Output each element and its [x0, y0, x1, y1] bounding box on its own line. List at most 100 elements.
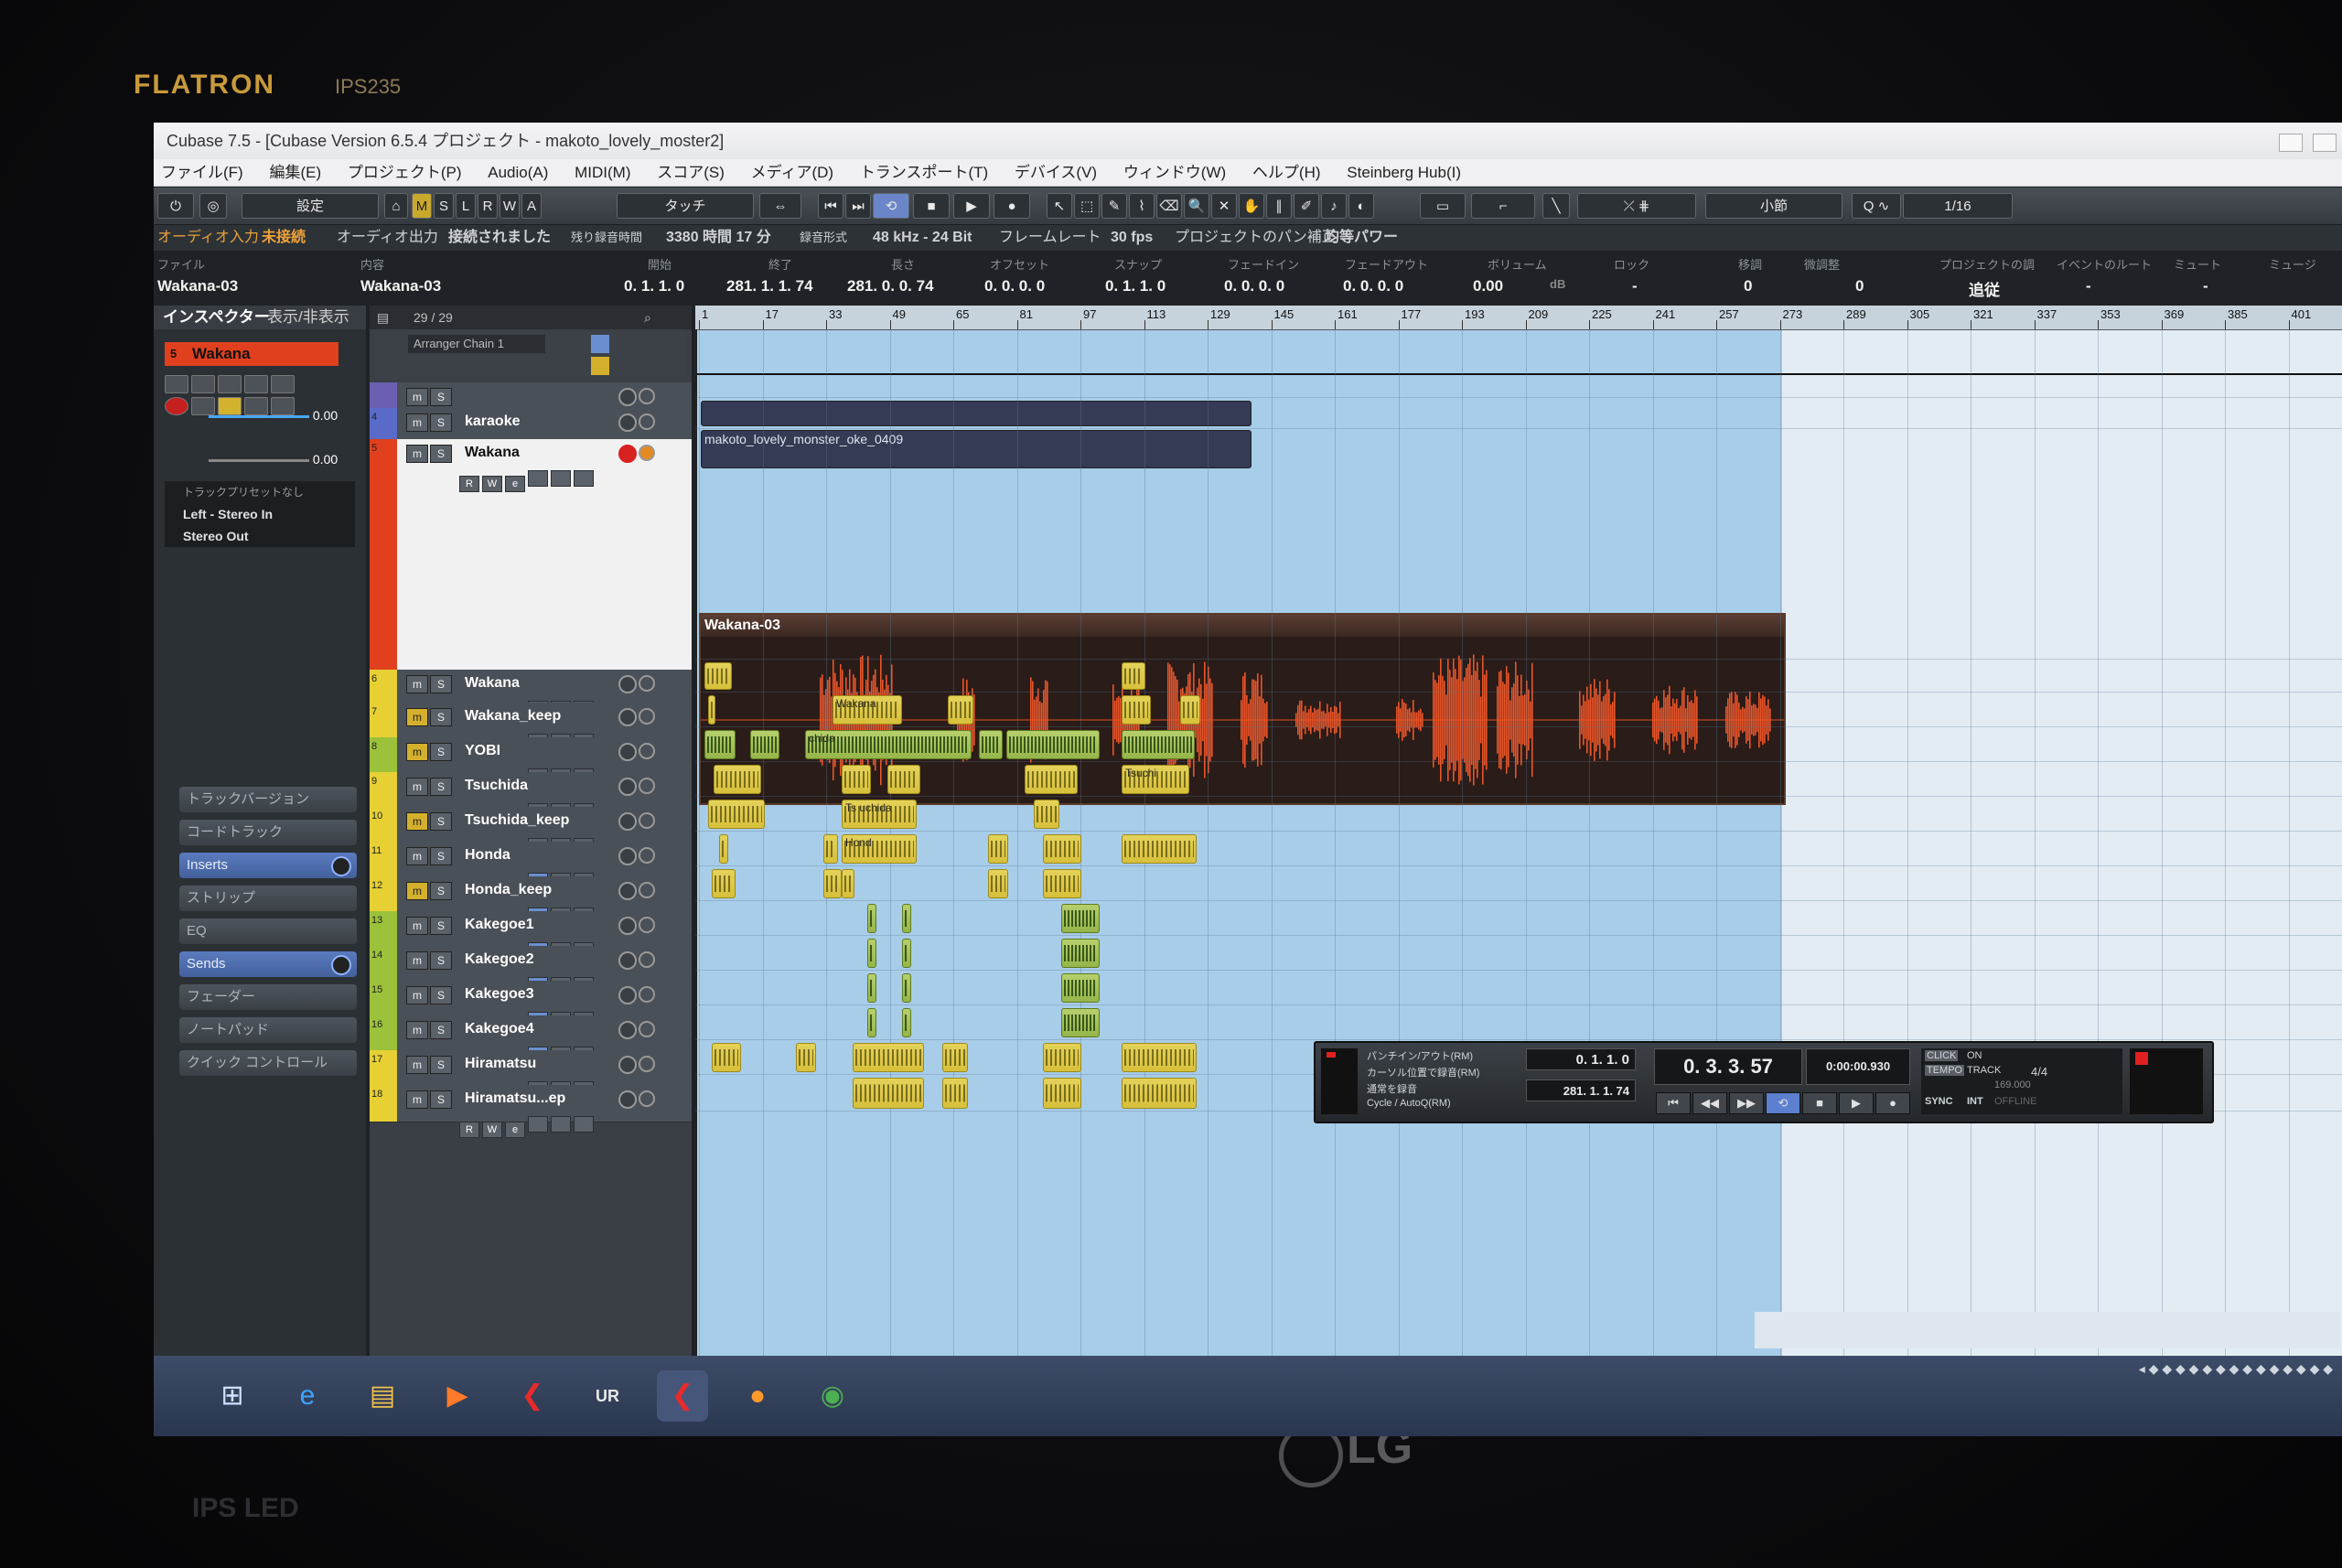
info-file-value[interactable]: Wakana-03 — [157, 277, 238, 295]
file-explorer-icon[interactable]: ▤ — [357, 1370, 408, 1422]
track-row[interactable]: 7mSWakana_keepRWe — [370, 703, 692, 756]
track-row[interactable]: 18 m S Hiramatsu...ep R We — [370, 1085, 692, 1138]
track-color[interactable]: 7 — [370, 703, 397, 737]
arranger-edit-icon[interactable] — [591, 335, 609, 353]
track-name[interactable]: Tsuchida — [465, 778, 528, 794]
audio-event[interactable] — [948, 695, 973, 725]
record-mode-option[interactable]: 通常を録音 — [1367, 1081, 1417, 1096]
track-color[interactable]: 5 — [370, 439, 397, 670]
track-name[interactable]: Kakegoe1 — [465, 917, 534, 933]
automation-mode-select[interactable]: タッチ — [617, 193, 754, 219]
audio-event[interactable]: chida — [805, 730, 972, 759]
lock-icon[interactable] — [551, 470, 571, 487]
record-enable-icon[interactable] — [618, 847, 637, 865]
audio-event[interactable] — [1122, 1043, 1197, 1072]
audio-event[interactable] — [1025, 765, 1078, 794]
go-to-start-icon[interactable]: ⏮ — [818, 193, 843, 219]
record-enable-icon[interactable] — [618, 812, 637, 831]
monitor-icon[interactable] — [639, 812, 655, 829]
info-desc-value[interactable]: Wakana-03 — [360, 277, 441, 295]
tab-inspector[interactable]: インスペクター — [163, 306, 270, 329]
menu-transport[interactable]: トランスポート(T) — [860, 164, 988, 181]
track-name[interactable]: YOBI — [465, 743, 500, 759]
ur824-icon[interactable]: UR 824 — [582, 1370, 633, 1422]
audio-event[interactable] — [719, 834, 728, 864]
mode-s-button[interactable]: S — [434, 193, 454, 219]
inspector-mute-button[interactable] — [165, 375, 188, 393]
track-color[interactable]: 15 — [370, 981, 397, 1015]
object-select-tool-icon[interactable]: ↖ — [1047, 193, 1072, 219]
info-lock-value[interactable]: - — [1632, 277, 1638, 295]
audio-event[interactable] — [902, 939, 911, 968]
stop-icon[interactable]: ■ — [913, 193, 950, 219]
nudge-icon[interactable]: ⇔ — [759, 193, 801, 219]
track-color[interactable]: 4 — [370, 408, 397, 439]
mode-w-button[interactable]: W — [500, 193, 520, 219]
track-color[interactable]: 17 — [370, 1050, 397, 1085]
section-notepad[interactable]: ノートパッド — [179, 1017, 357, 1043]
monitor-icon[interactable] — [639, 951, 655, 968]
info-fadein-value[interactable]: 0. 0. 0. 0 — [1224, 277, 1284, 295]
track-color[interactable]: 16 — [370, 1015, 397, 1050]
inspector-read-button[interactable] — [218, 375, 242, 393]
track-color[interactable]: 13 — [370, 911, 397, 946]
section-strip[interactable]: ストリップ — [179, 886, 357, 911]
left-locator[interactable]: 0. 1. 1. 0 — [1526, 1048, 1636, 1070]
solo-button[interactable]: S — [430, 778, 452, 796]
audio-event[interactable] — [1122, 662, 1145, 690]
inspector-volume[interactable]: 0.00 — [209, 408, 338, 423]
record-enable-icon[interactable] — [618, 388, 637, 406]
split-tool-icon[interactable]: ✎ — [1101, 193, 1127, 219]
audio-event[interactable] — [823, 834, 838, 864]
audio-event[interactable] — [1061, 973, 1100, 1003]
menu-file[interactable]: ファイル(F) — [161, 164, 243, 181]
project-cursor[interactable] — [695, 329, 697, 1436]
solo-button[interactable]: S — [430, 917, 452, 935]
record-enable-icon[interactable] — [165, 397, 188, 415]
menu-steinberg-hub[interactable]: Steinberg Hub(I) — [1347, 164, 1461, 181]
record-enable-icon[interactable] — [618, 951, 637, 970]
output-routing-select[interactable]: Stereo Out — [165, 525, 355, 547]
read-button[interactable]: R — [459, 1122, 479, 1138]
menu-score[interactable]: スコア(S) — [657, 164, 725, 181]
track-name[interactable]: Wakana — [465, 445, 520, 461]
cycle-record-option[interactable]: Cycle / AutoQ(RM) — [1367, 1098, 1451, 1109]
mute-button[interactable]: m — [406, 812, 428, 831]
track-color[interactable]: 14 — [370, 946, 397, 981]
solo-button[interactable]: S — [430, 1056, 452, 1074]
mute-button[interactable]: m — [406, 743, 428, 761]
sync-button[interactable]: SYNC — [1925, 1096, 1953, 1107]
audio-event[interactable] — [1043, 834, 1081, 864]
track-row[interactable]: 11mSHondaRWe — [370, 842, 692, 895]
audio-event[interactable] — [867, 1008, 876, 1037]
mute-button[interactable]: m — [406, 1090, 428, 1109]
audio-event[interactable] — [712, 1043, 741, 1072]
solo-button[interactable]: S — [430, 413, 452, 432]
mute-button[interactable]: m — [406, 847, 428, 865]
cycle-icon[interactable]: ⟲ — [873, 193, 909, 219]
audio-event[interactable] — [712, 869, 736, 898]
section-inserts[interactable]: Inserts — [179, 853, 357, 878]
monitor-icon[interactable] — [639, 1056, 655, 1072]
pan-slider[interactable] — [209, 458, 309, 462]
inspector-track-name[interactable]: 5 Wakana — [165, 342, 338, 366]
edit-button[interactable]: e — [505, 476, 525, 492]
audio-event[interactable] — [1061, 904, 1100, 933]
menu-help[interactable]: ヘルプ(H) — [1252, 164, 1321, 181]
audio-event[interactable] — [1043, 869, 1081, 898]
freeze-icon[interactable] — [574, 470, 594, 487]
monitor-icon[interactable] — [639, 445, 655, 461]
track-row[interactable]: 16mSKakegoe4RWe — [370, 1015, 692, 1069]
audio-event[interactable] — [853, 1078, 924, 1109]
audio-event[interactable] — [842, 765, 871, 794]
monitor-icon[interactable] — [639, 388, 655, 404]
audio-event[interactable] — [796, 1043, 816, 1072]
quantize-select[interactable]: 1/16 — [1903, 193, 2013, 219]
audio-event[interactable] — [902, 904, 911, 933]
track-row[interactable]: 9mSTsuchidaRWe — [370, 772, 692, 825]
autoscroll-icon[interactable]: ▭ — [1420, 193, 1466, 219]
go-to-end-icon[interactable]: ⏭ — [845, 193, 871, 219]
audio-event[interactable] — [887, 765, 920, 794]
punch-in-out-option[interactable]: パンチイン/アウト(RM) — [1367, 1048, 1473, 1063]
maximize-button[interactable] — [2313, 134, 2337, 152]
